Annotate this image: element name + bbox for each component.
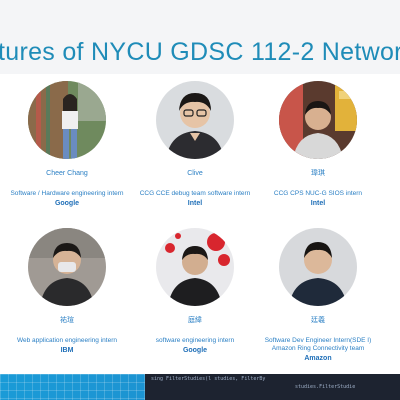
profile-photo <box>156 81 234 159</box>
profile-company: Intel <box>187 200 203 207</box>
profile-photo <box>28 81 106 159</box>
code-line: sing FilterStudies(l studies, FilterBy <box>151 376 266 382</box>
code-line: studies.FilterStudie <box>295 384 356 390</box>
profile-role: software engineering intern <box>155 337 235 344</box>
profile-company: Amazon <box>304 355 332 362</box>
profile-photo <box>279 228 357 306</box>
profile-company: Google <box>182 347 208 354</box>
person-photo-icon <box>156 228 234 306</box>
profile-role: Software / Hardware engineering intern <box>10 190 124 197</box>
profile-name: 庭緯 <box>188 317 202 324</box>
profile-company: Intel <box>310 200 326 207</box>
profile-role: Web application engineering intern <box>17 337 117 344</box>
profile-role: CCG CCE debug team software intern <box>139 190 251 197</box>
profile-company: Google <box>54 200 80 207</box>
profile-name: 瑋琪 <box>311 170 325 177</box>
slide-title: tures of NYCU GDSC 112-2 Networking <box>0 38 400 66</box>
profile-photo <box>279 81 357 159</box>
profile-card-3: 瑋琪 CCG CPS NUC-G SIOS intern Intel <box>258 81 378 208</box>
title-bar: tures of NYCU GDSC 112-2 Networking <box>0 0 400 74</box>
profile-card-5: 庭緯 software engineering intern Google <box>135 228 255 355</box>
person-photo-icon <box>156 81 234 159</box>
profile-role: CCG CPS NUC-G SIOS intern <box>273 190 363 197</box>
profile-name: Cheer Chang <box>46 170 88 177</box>
person-photo-icon <box>28 228 106 306</box>
profile-role: Software Dev Engineer Intern(SDE I) Amaz… <box>264 337 372 352</box>
person-photo-icon <box>279 228 357 306</box>
profile-card-1: Cheer Chang Software / Hardware engineer… <box>7 81 127 208</box>
footer-code-image: sing FilterStudies(l studies, FilterBy s… <box>145 374 400 400</box>
person-photo-icon <box>279 81 357 159</box>
profile-name: 廷羲 <box>311 317 325 324</box>
profile-name: Clive <box>187 170 203 177</box>
profile-photo <box>28 228 106 306</box>
person-photo-icon <box>28 81 106 159</box>
profile-photo <box>156 228 234 306</box>
profile-card-6: 廷羲 Software Dev Engineer Intern(SDE I) A… <box>258 228 378 363</box>
profile-name: 祐瑄 <box>60 317 74 324</box>
profile-card-2: Clive CCG CCE debug team software intern… <box>135 81 255 208</box>
profile-card-4: 祐瑄 Web application engineering intern IB… <box>7 228 127 355</box>
profile-company: IBM <box>60 347 74 354</box>
